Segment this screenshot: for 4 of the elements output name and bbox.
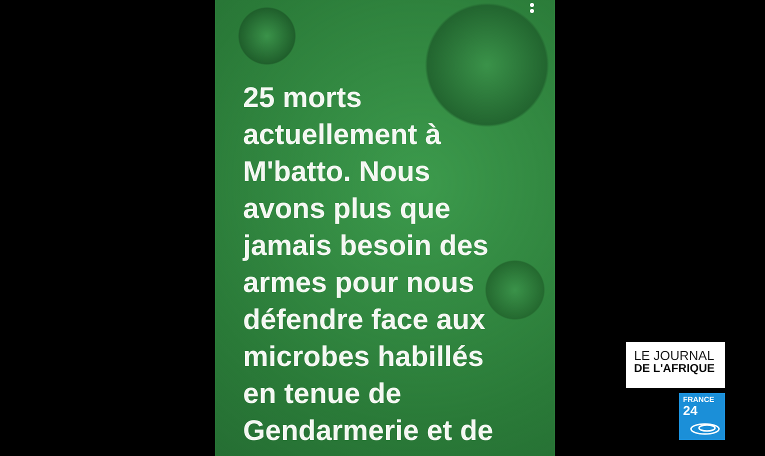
post-text: 25 morts actuellement à M'batto. Nous avons plus que jamais besoin des armes pour nous défendre face aux microbes habillés en tenue de Gendarmerie et de (243, 81, 494, 449)
show-logo-text: LE JOURNAL (634, 349, 716, 362)
channel-logo-text: 24 (683, 404, 698, 416)
show-logo-text: DE L'AFRIQUE (634, 364, 716, 376)
